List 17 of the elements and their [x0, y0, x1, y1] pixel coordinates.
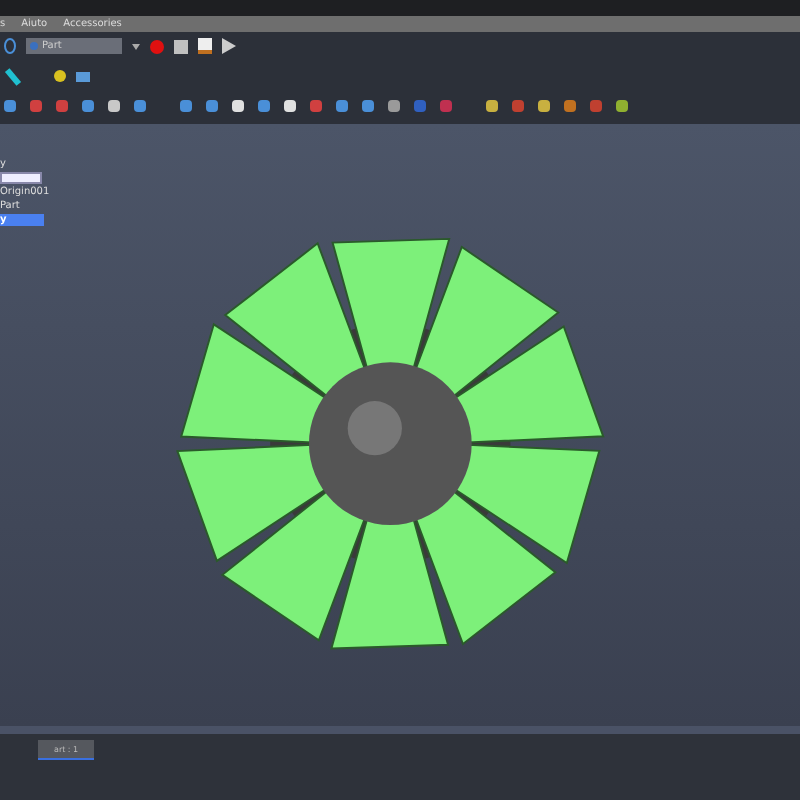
input-field[interactable]: [0, 172, 42, 184]
pencil-icon[interactable]: [4, 67, 22, 85]
tool-icon[interactable]: [388, 100, 400, 112]
tool-icon[interactable]: [232, 100, 244, 112]
stop-icon[interactable]: [174, 39, 188, 53]
tool-icon[interactable]: [538, 100, 550, 112]
caret-icon[interactable]: [132, 43, 140, 49]
part-icon[interactable]: [54, 70, 66, 82]
tool-icon[interactable]: [616, 100, 628, 112]
play-icon[interactable]: [222, 38, 236, 54]
macro-icon[interactable]: [198, 38, 212, 54]
record-icon[interactable]: [150, 39, 164, 53]
tool-icon[interactable]: [108, 100, 120, 112]
folder-icon[interactable]: [76, 71, 90, 81]
tool-icon[interactable]: [284, 100, 296, 112]
tool-icon[interactable]: [486, 100, 498, 112]
help-icon[interactable]: [4, 38, 16, 54]
